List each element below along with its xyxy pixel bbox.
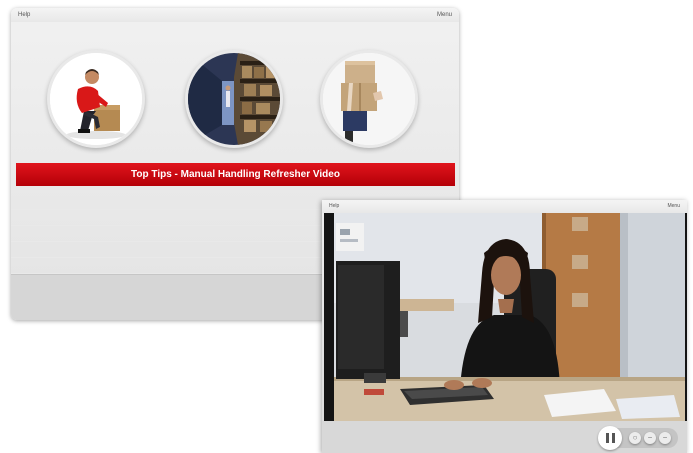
warehouse-shelves-image: [188, 53, 280, 145]
office-scene-video-frame: [334, 213, 685, 421]
player-top-bar: Help Menu: [322, 200, 687, 213]
replay-icon: ○: [632, 433, 638, 442]
thumbnail-warehouse-shelves[interactable]: [185, 50, 283, 148]
pause-button[interactable]: [598, 426, 622, 450]
pause-icon: [605, 433, 609, 443]
video-player-window: Help Menu ○ − −: [322, 200, 687, 453]
replay-button[interactable]: ○: [629, 432, 641, 444]
player-menu-link[interactable]: Menu: [667, 200, 680, 213]
control-group: ○ − −: [598, 426, 678, 450]
volume-down-button[interactable]: −: [644, 432, 656, 444]
volume-down-icon: −: [647, 433, 653, 442]
video-title-banner[interactable]: Top Tips - Manual Handling Refresher Vid…: [16, 163, 455, 186]
volume-up-icon: −: [662, 433, 668, 442]
lifting-box-image: [50, 53, 142, 145]
thumbnail-carrying-boxes[interactable]: [320, 50, 418, 148]
help-link[interactable]: Help: [18, 8, 30, 22]
carrying-boxes-image: [323, 53, 415, 145]
video-viewport[interactable]: [324, 213, 687, 421]
player-controls: ○ − −: [322, 421, 687, 453]
window-top-bar: Help Menu: [11, 8, 459, 22]
thumbnail-lifting-box[interactable]: [47, 50, 145, 148]
player-help-link[interactable]: Help: [329, 200, 339, 213]
volume-up-button[interactable]: −: [659, 432, 671, 444]
menu-link[interactable]: Menu: [437, 8, 452, 22]
